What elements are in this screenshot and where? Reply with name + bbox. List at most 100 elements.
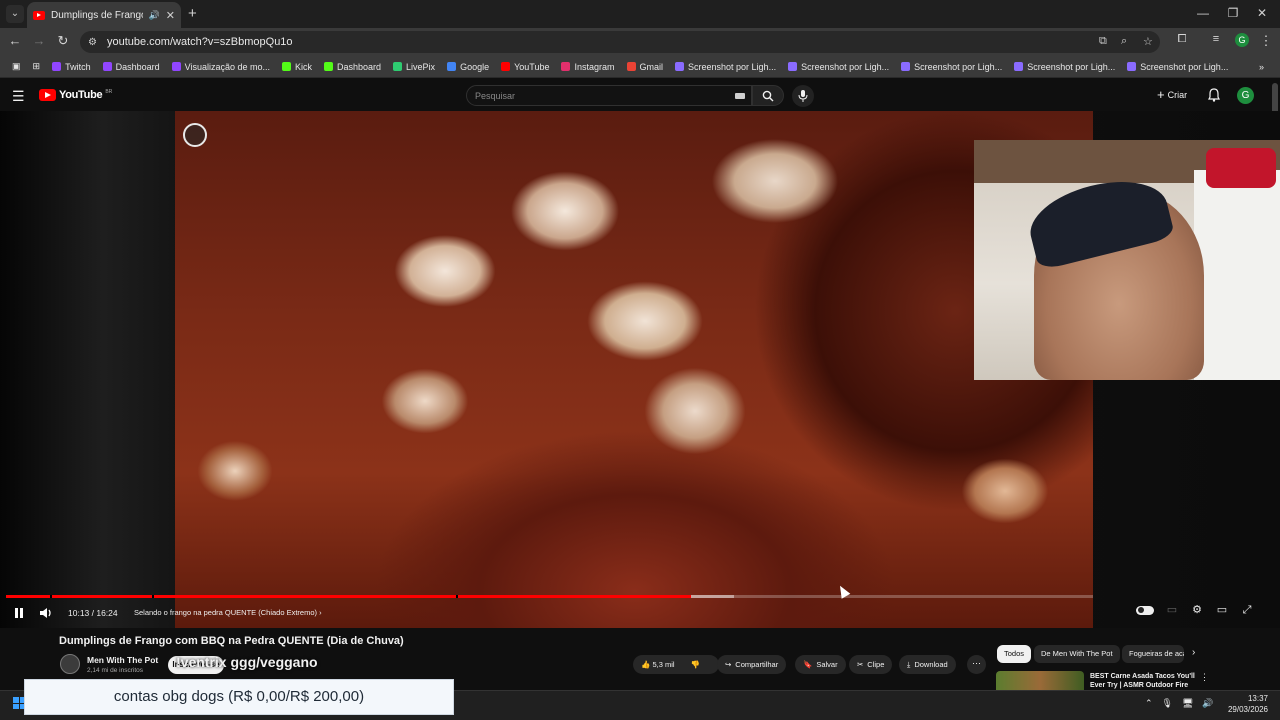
forward-arrow-icon[interactable]: →: [30, 33, 48, 48]
stream-overlay-command: !ventrix ggg/veggano: [176, 654, 318, 670]
more-actions-button[interactable]: ⋯: [967, 655, 986, 674]
close-tab-icon[interactable]: ✕: [166, 9, 175, 22]
bookmarks-folder-icon[interactable]: ▣: [6, 61, 27, 72]
taskbar-clock[interactable]: 13:37 29/03/2026: [1218, 693, 1268, 715]
address-bar[interactable]: ⚙ youtube.com/watch?v=szBbmopQu1o ⧉ ⌕ ☆: [80, 31, 1160, 53]
mic-icon: [798, 90, 808, 102]
bookmarks-bar: ▣ ⊞ Twitch Dashboard Visualização de mo...…: [0, 56, 1280, 78]
bookmark-label: Screenshot por Ligh...: [914, 61, 1003, 72]
plus-icon: +: [1157, 87, 1165, 102]
search-input[interactable]: Pesquisar: [466, 85, 752, 106]
chapter-title[interactable]: Selando o frango na pedra QUENTE (Chiado…: [134, 608, 322, 617]
network-icon[interactable]: 🖥: [1182, 698, 1193, 709]
volume-button[interactable]: [38, 606, 54, 620]
bookmark-favicon-icon: [171, 62, 181, 71]
bookmark-label: Google: [460, 61, 490, 72]
hamburger-menu-icon[interactable]: ☰: [12, 88, 25, 105]
recommendation-menu-icon[interactable]: ⋮: [1200, 672, 1209, 683]
settings-gear-icon[interactable]: ⚙: [1190, 604, 1204, 616]
download-label: Download: [914, 660, 948, 669]
video-title: Dumplings de Frango com BBQ na Pedra QUE…: [59, 635, 404, 647]
keyboard-icon[interactable]: [735, 93, 745, 99]
download-icon: ⤓: [907, 659, 911, 669]
bookmark-item[interactable]: YouTube: [495, 62, 555, 72]
create-button[interactable]: + Criar: [1157, 87, 1187, 102]
bookmark-item[interactable]: Gmail: [621, 62, 670, 72]
youtube-favicon-icon: [33, 10, 45, 20]
bookmark-item[interactable]: Instagram: [555, 62, 620, 72]
pause-button[interactable]: [12, 606, 26, 620]
tab-search-button[interactable]: ⌄: [6, 5, 24, 23]
bookmark-item[interactable]: Twitch: [46, 62, 97, 72]
reading-list-icon[interactable]: ≡: [1207, 33, 1225, 45]
bookmark-label: Screenshot por Ligh...: [801, 61, 890, 72]
window-close-icon[interactable]: ✕: [1252, 6, 1272, 20]
download-button[interactable]: ⤓ Download: [899, 655, 956, 674]
bookmark-item[interactable]: Screenshot por Ligh...: [895, 62, 1008, 72]
video-frame[interactable]: [175, 111, 1093, 628]
install-app-icon[interactable]: ⧉: [1099, 35, 1107, 48]
browser-tab-strip: ⌄ Dumplings de Frango com BBQ na Pedra Q…: [0, 0, 1280, 28]
zoom-icon[interactable]: ⌕: [1121, 35, 1127, 48]
autoplay-toggle[interactable]: [1136, 605, 1154, 615]
restore-icon[interactable]: ❐: [1223, 6, 1243, 20]
url-text[interactable]: youtube.com/watch?v=szBbmopQu1o: [107, 36, 293, 48]
account-avatar[interactable]: G: [1237, 87, 1254, 104]
bookmark-star-icon[interactable]: ☆: [1143, 35, 1153, 48]
reload-icon[interactable]: ↻: [54, 33, 72, 49]
youtube-logo[interactable]: YouTube BR: [39, 89, 112, 101]
search-button[interactable]: [752, 85, 784, 106]
like-dislike-group: 👍 5,3 mil 👎: [633, 655, 719, 674]
save-button[interactable]: 🔖 Salvar: [795, 655, 846, 674]
subtitles-icon[interactable]: ▭: [1165, 604, 1179, 616]
bookmark-label: Screenshot por Ligh...: [1140, 61, 1229, 72]
fullscreen-icon[interactable]: ⤢: [1240, 604, 1254, 616]
dislike-icon[interactable]: 👎: [691, 660, 700, 669]
bookmark-item[interactable]: LivePix: [387, 62, 441, 72]
chip-campfire[interactable]: Fogueiras de acampamento: [1122, 645, 1184, 663]
share-button[interactable]: ↪ Compartilhar: [717, 655, 787, 674]
notifications-bell-icon[interactable]: [1208, 88, 1220, 107]
chip-channel[interactable]: De Men With The Pot: [1034, 645, 1120, 663]
bookmark-item[interactable]: Screenshot por Ligh...: [669, 62, 782, 72]
bookmark-item[interactable]: Google: [441, 62, 495, 72]
speaker-tray-icon[interactable]: 🔊: [1202, 698, 1213, 709]
channel-watermark-icon[interactable]: [183, 123, 207, 147]
volume-icon: [40, 608, 51, 618]
youtube-header: ☰ YouTube BR Pesquisar + Criar G: [0, 81, 1280, 111]
save-label: Salvar: [816, 660, 838, 669]
profile-avatar[interactable]: G: [1235, 33, 1249, 47]
site-info-icon[interactable]: ⚙: [88, 37, 97, 48]
minimize-icon[interactable]: —: [1193, 6, 1213, 20]
browser-tab-active[interactable]: Dumplings de Frango com BBQ na Pedra QUE…: [27, 2, 181, 28]
bookmark-item[interactable]: Screenshot por Ligh...: [1121, 62, 1234, 72]
voice-search-button[interactable]: [792, 85, 814, 107]
like-button[interactable]: 👍 5,3 mil: [641, 660, 675, 669]
bookmark-favicon-icon: [501, 62, 511, 71]
browser-menu-icon[interactable]: ⋮: [1257, 33, 1275, 49]
chip-all[interactable]: Todos: [997, 645, 1032, 663]
chevron-right-icon[interactable]: ›: [1192, 647, 1195, 658]
bookmark-item[interactable]: Dashboard: [318, 62, 387, 72]
apps-grid-icon[interactable]: ⊞: [27, 61, 47, 72]
channel-name[interactable]: Men With The Pot: [87, 655, 158, 665]
chapter-label: Selando o frango na pedra QUENTE (Chiado…: [134, 608, 318, 617]
speaker-icon[interactable]: 🔊: [149, 10, 160, 21]
tray-chevron-icon[interactable]: ⌃: [1145, 698, 1153, 709]
clip-button[interactable]: ✂ Clipe: [849, 655, 893, 674]
microphone-tray-icon[interactable]: 🎙: [1162, 698, 1173, 709]
theater-mode-icon[interactable]: ▭: [1215, 604, 1229, 616]
bookmark-item[interactable]: Kick: [276, 62, 318, 72]
bookmark-item[interactable]: Dashboard: [97, 62, 166, 72]
more-bookmarks-icon[interactable]: »: [1253, 62, 1280, 72]
bookmark-item[interactable]: Screenshot por Ligh...: [782, 62, 895, 72]
bookmark-label: Visualização de mo...: [184, 61, 270, 72]
channel-avatar[interactable]: [60, 654, 80, 674]
recommendation-title[interactable]: BEST Carne Asada Tacos You'll Ever Try |…: [1090, 672, 1195, 690]
bookmark-item[interactable]: Screenshot por Ligh...: [1008, 62, 1121, 72]
extensions-icon[interactable]: ⧠: [1173, 33, 1191, 46]
clock-time: 13:37: [1247, 694, 1268, 703]
new-tab-button[interactable]: +: [188, 5, 197, 22]
back-arrow-icon[interactable]: ←: [6, 33, 24, 48]
bookmark-item[interactable]: Visualização de mo...: [166, 62, 276, 72]
